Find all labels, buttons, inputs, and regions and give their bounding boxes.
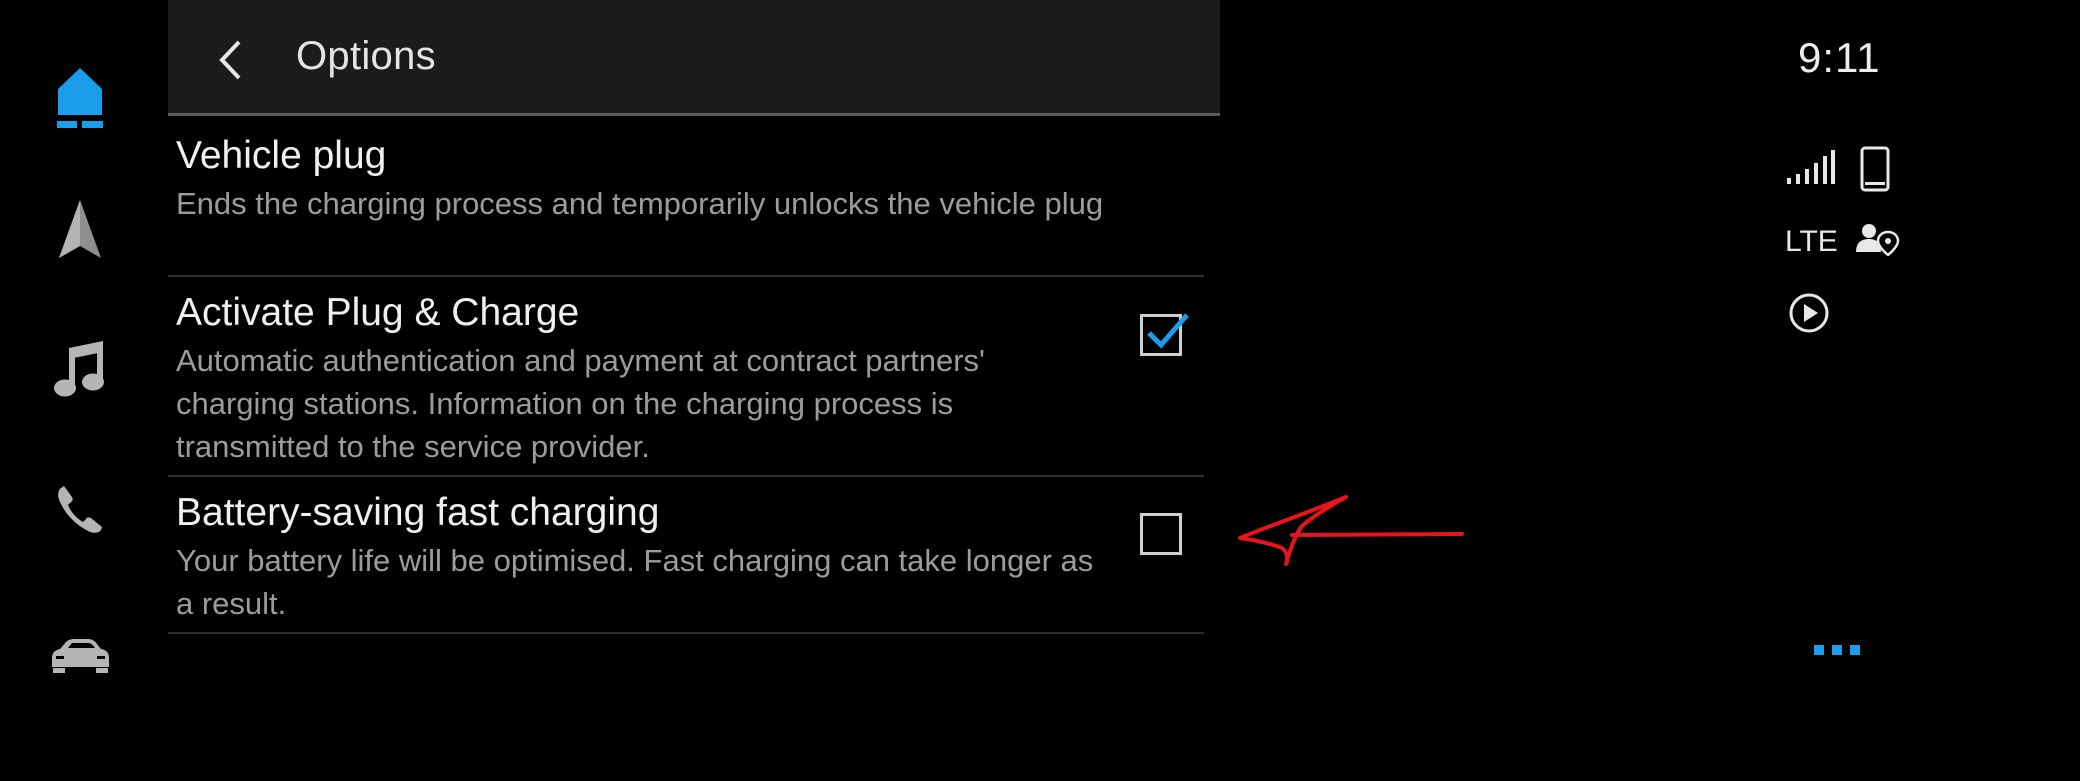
phone-icon [58,486,102,533]
more-dot-icon [1832,645,1842,655]
more-options-button[interactable] [1814,638,1894,662]
page-title: Options [296,34,436,78]
option-description: Ends the charging process and temporaril… [176,186,1104,221]
back-button[interactable] [198,28,262,92]
options-header: Options [168,0,1220,116]
navigation-arrow-icon [59,200,101,258]
nav-phone-button[interactable] [40,470,120,550]
option-title: Battery-saving fast charging [176,491,660,534]
nav-navigation-button[interactable] [40,190,120,270]
option-description: Your battery life will be optimised. Fas… [176,543,1094,621]
chevron-left-icon [219,40,241,80]
location-share-icon [1856,224,1900,256]
more-dot-icon [1814,645,1824,655]
option-title: Vehicle plug [176,134,387,177]
more-dot-icon [1850,645,1860,655]
annotation-arrow-icon [1238,495,1464,566]
signal-strength-icon [1787,150,1835,184]
infotainment-screen: Options Vehicle plug Ends the charging p… [0,0,2080,781]
play-circle-icon[interactable] [1788,292,1830,334]
option-row-battery-saving[interactable]: Battery-saving fast charging Your batter… [168,477,1204,634]
option-description: Automatic authentication and payment at … [176,343,985,464]
nav-home-button[interactable] [40,58,120,138]
checkmark-icon [1147,313,1189,349]
smartphone-icon [1860,146,1890,192]
option-row-vehicle-plug[interactable]: Vehicle plug Ends the charging process a… [168,116,1204,277]
clock: 9:11 [1798,34,1881,81]
nav-rail [0,0,160,781]
home-icon [57,68,103,128]
nav-car-button[interactable] [40,616,120,696]
car-icon [52,639,109,673]
network-type: LTE [1785,225,1838,258]
plug-and-charge-checkbox[interactable] [1140,313,1189,356]
option-title: Activate Plug & Charge [176,291,580,334]
status-column: 9:11 LTE [1760,0,2080,781]
option-row-plug-and-charge[interactable]: Activate Plug & Charge Automatic authent… [168,277,1204,477]
nav-media-button[interactable] [40,328,120,408]
options-list: Vehicle plug Ends the charging process a… [168,116,1204,634]
music-note-icon [54,341,104,397]
battery-saving-checkbox[interactable] [1140,513,1182,555]
options-panel: Options Vehicle plug Ends the charging p… [168,0,1220,781]
